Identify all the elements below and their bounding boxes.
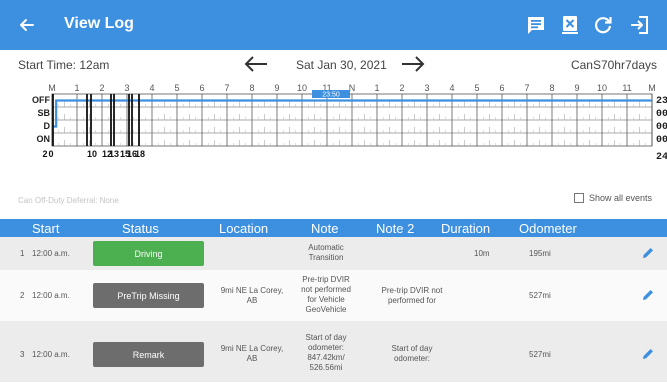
off-duty-deferral-text: Can Off-Duty Deferral: None [18,196,119,205]
event-label: 10 [87,149,97,159]
hour-label: 5 [174,83,179,93]
status-row-label: OFF [32,95,50,105]
next-day-icon[interactable] [398,52,428,76]
events-table-header: Start Status Location Note Note 2 Durati… [0,219,667,237]
delete-log-icon[interactable] [557,12,583,38]
status-total: 00:10 [656,122,667,133]
edit-log-icon[interactable] [523,12,549,38]
row-location: 9mi NE La Corey, AB [220,286,284,305]
show-all-events-checkbox[interactable] [574,193,584,203]
table-row[interactable]: 3 12:00 a.m. Remark 9mi NE La Corey, AB … [0,321,667,382]
hour-label: 5 [474,83,479,93]
hour-label: 11 [622,83,631,93]
row-note: Pre-trip DVIR not performed for Vehicle … [301,275,351,314]
table-row[interactable]: 1 12:00 a.m. Driving Automatic Transitio… [0,237,667,270]
row-number: 1 [20,249,25,258]
header-odometer: Odometer [519,221,577,236]
hour-label: 10 [297,83,307,93]
header-note-2: Note 2 [376,221,415,236]
edit-pencil-icon[interactable] [641,288,655,302]
hour-label: 6 [199,83,204,93]
event-label: 0 [48,149,53,159]
row-start-time: 12:00 a.m. [32,350,70,359]
hour-label: 6 [499,83,504,93]
table-row[interactable]: 2 12:00 a.m. PreTrip Missing 9mi NE La C… [0,270,667,321]
hour-label: M [48,83,56,93]
row-odometer: 195mi [529,249,551,258]
hour-label: 7 [224,83,229,93]
status-badge-pretrip-missing[interactable]: PreTrip Missing [93,283,204,308]
row-duration: 10m [474,249,490,258]
start-time-label: Start Time: 12am [18,58,110,72]
hour-label: 7 [524,83,529,93]
grand-total: 24:00 [656,152,667,163]
hour-label: 8 [549,83,554,93]
status-row-label: D [44,121,51,131]
row-number: 2 [20,291,25,300]
status-total: 00:00 [656,135,667,146]
row-odometer: 527mi [529,350,551,359]
exit-icon[interactable] [627,12,653,38]
header-start: Start [32,221,60,236]
header-duration: Duration [441,221,491,236]
status-row-label: ON [37,134,51,144]
row-note: Start of day odometer: 847.42km/ 526.56m… [305,333,347,372]
status-row-label: SB [37,108,50,118]
row-note-2: Pre-trip DVIR not performed for [381,286,443,305]
hour-label: 2 [399,83,404,93]
hour-label: 4 [449,83,454,93]
status-total: 00:00 [656,109,667,120]
show-all-events-toggle[interactable]: Show all events [574,193,652,203]
hour-label: 3 [424,83,429,93]
edit-pencil-icon[interactable] [641,347,655,361]
hour-label: 4 [149,83,154,93]
hour-label: 10 [597,83,607,93]
edit-pencil-icon[interactable] [641,246,655,260]
row-note: Automatic Transition [308,243,344,262]
back-arrow-icon[interactable] [14,12,40,38]
event-label: 2 [42,149,47,159]
page-title: View Log [64,15,134,32]
header-note: Note [311,221,339,236]
row-odometer: 527mi [529,291,551,300]
row-start-time: 12:00 a.m. [32,291,70,300]
event-label: 18 [135,149,145,159]
hour-label: 2 [99,83,104,93]
status-badge-driving[interactable]: Driving [93,241,204,266]
row-number: 3 [20,350,25,359]
row-note-2: Start of day odometer: [391,344,433,363]
log-graph: M1234567891011N1234567891011MOFF23:50SB0… [32,83,667,163]
cycle-rule-label: CanS70hr7days [570,58,657,72]
show-all-events-label: Show all events [589,193,653,203]
hour-label: M [648,83,656,93]
refresh-icon[interactable] [590,12,616,38]
previous-day-icon[interactable] [241,52,271,76]
app-bar: View Log [0,0,667,50]
hour-label: 9 [574,83,579,93]
hour-label: 8 [249,83,254,93]
hour-label: 9 [274,83,279,93]
hour-label: 3 [124,83,129,93]
hour-label: 1 [374,83,379,93]
row-location: 9mi NE La Corey, AB [220,344,284,363]
log-date: Sat Jan 30, 2021 [296,58,387,72]
hour-label: 1 [74,83,79,93]
status-total: 23:50 [656,96,667,107]
event-label: 13 [109,149,119,159]
current-status-badge-text: 23:50 [322,92,340,99]
header-status: Status [122,221,159,236]
row-start-time: 12:00 a.m. [32,249,70,258]
date-navigation: Start Time: 12am Sat Jan 30, 2021 CanS70… [0,50,667,78]
status-badge-remark[interactable]: Remark [93,342,204,367]
header-location: Location [219,221,269,236]
